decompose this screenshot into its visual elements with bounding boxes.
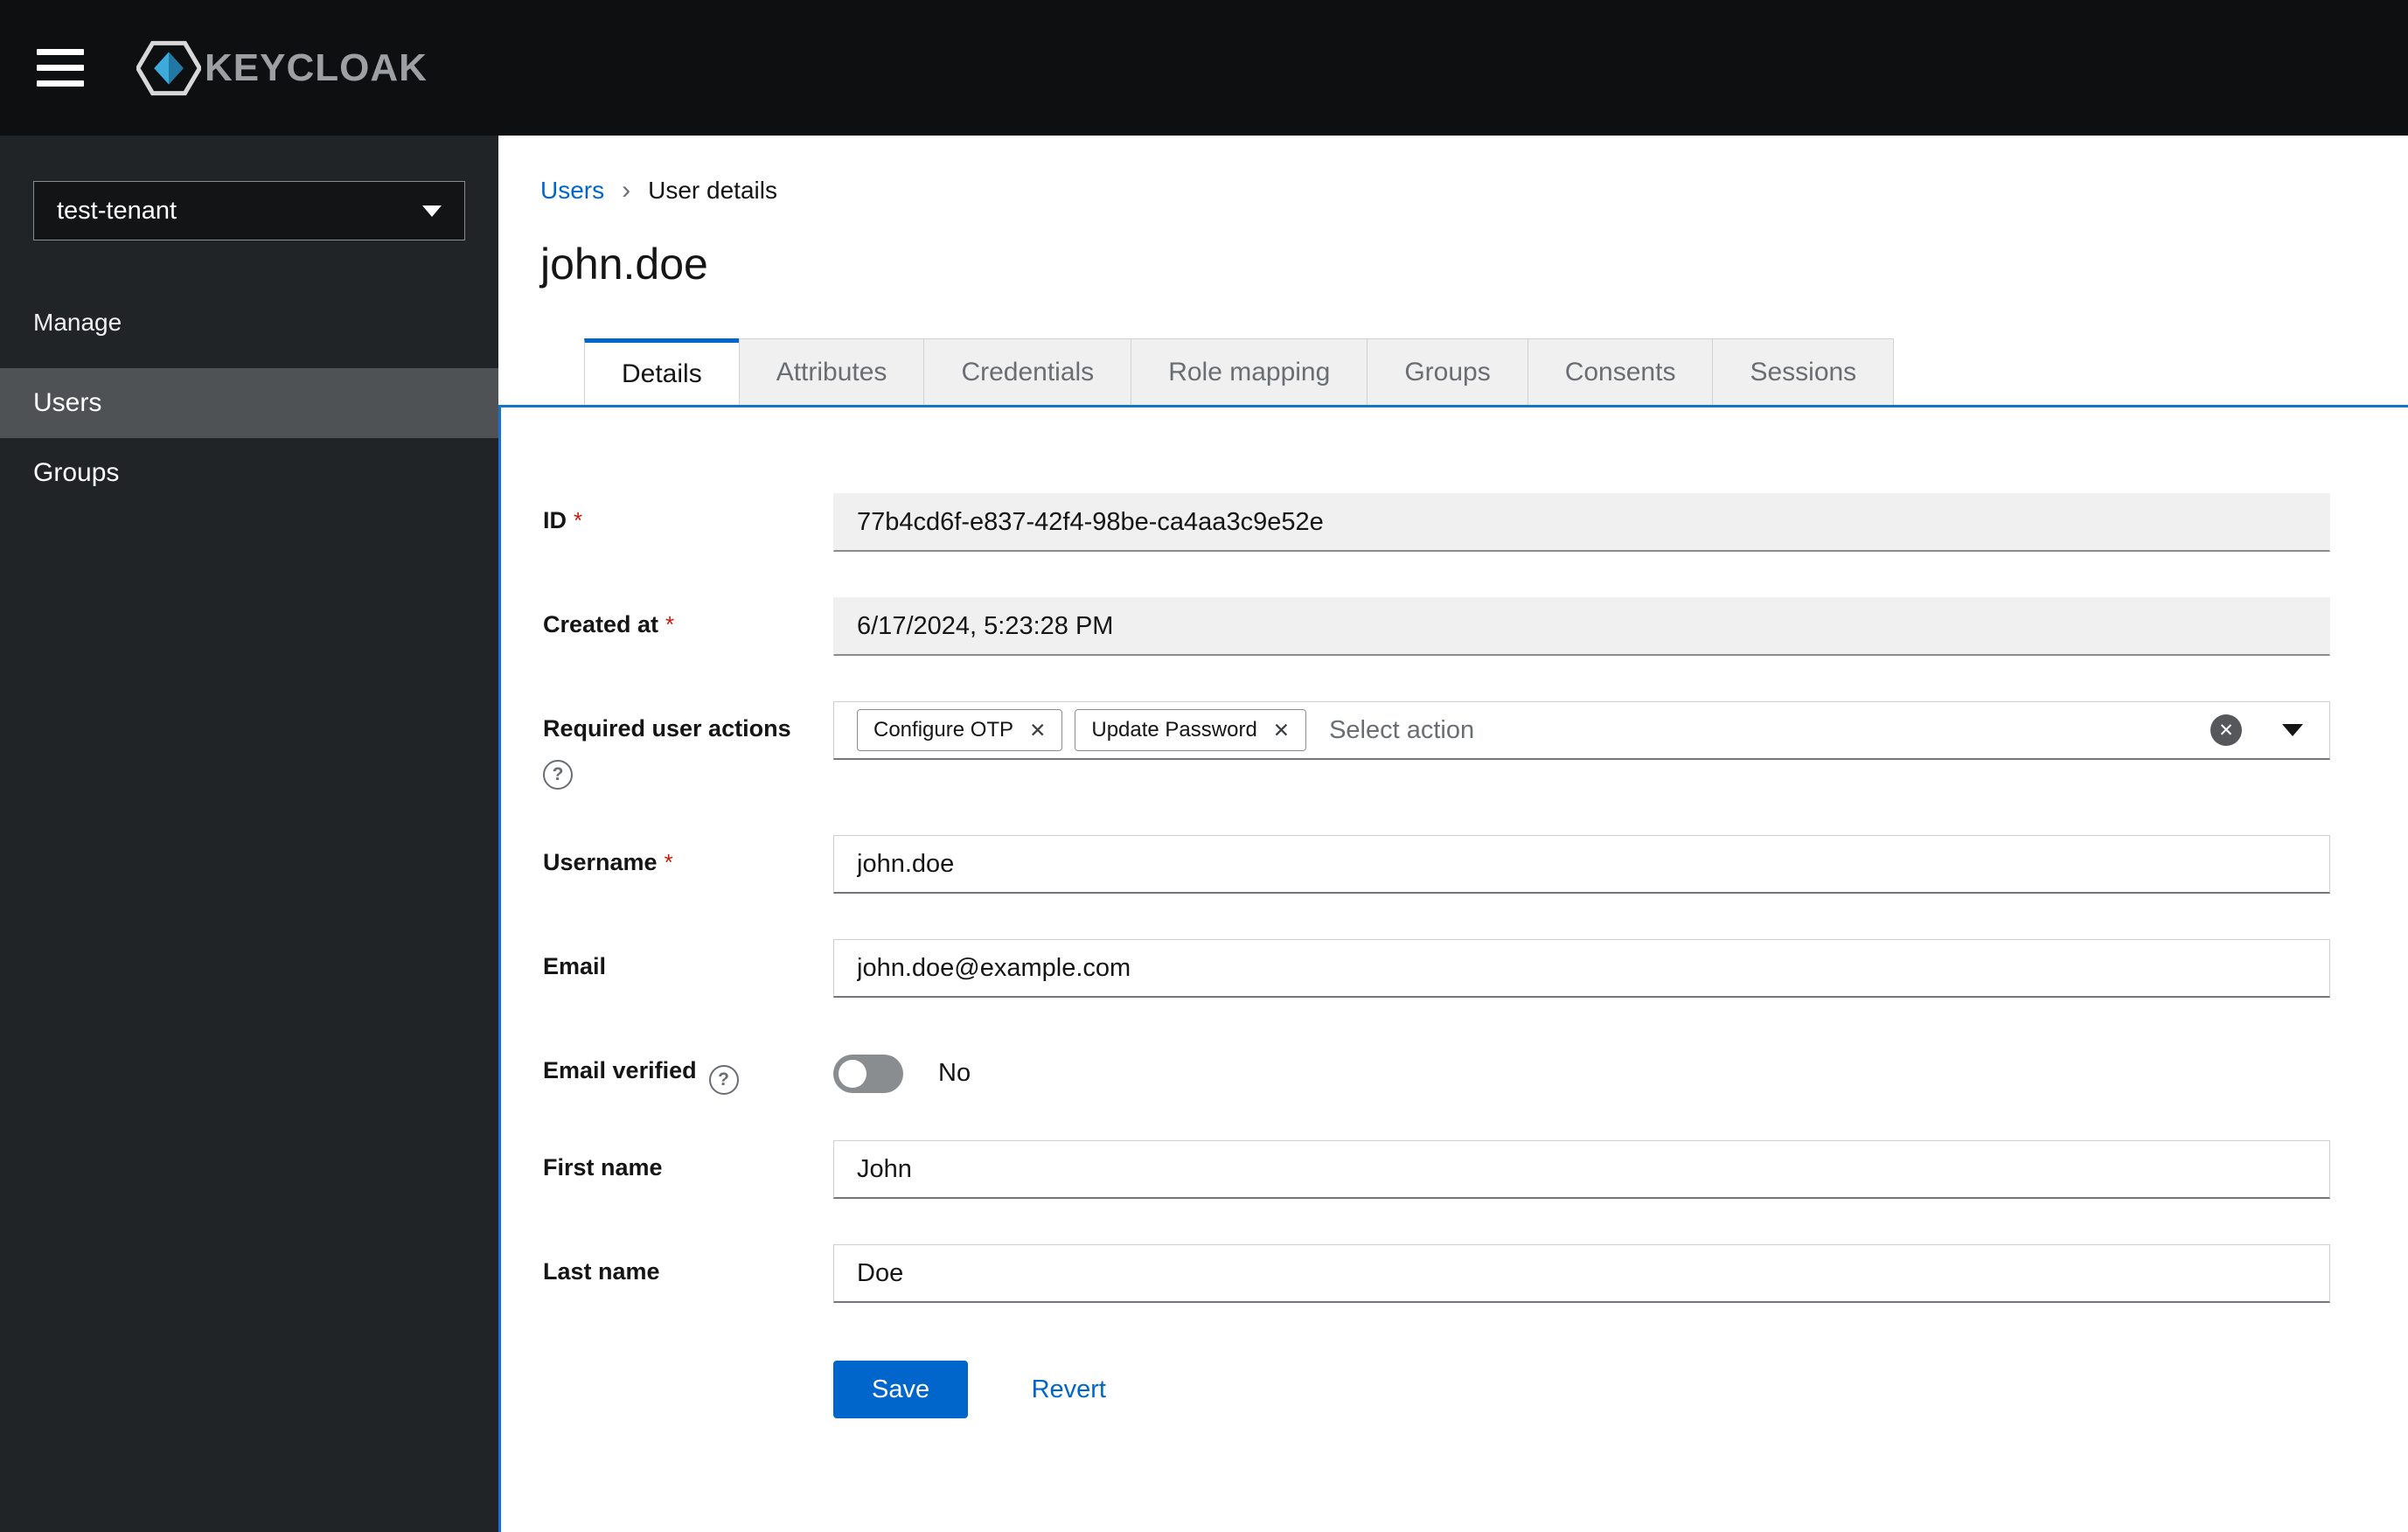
- tab-label: Attributes: [776, 357, 887, 386]
- form-actions: Save Revert: [543, 1361, 2330, 1418]
- field-label: Required user actions: [543, 715, 791, 742]
- breadcrumb: Users › User details: [540, 176, 2408, 205]
- realm-selector[interactable]: test-tenant: [33, 181, 465, 240]
- sidebar-nav: Users Groups: [0, 368, 498, 508]
- field-label: Username: [543, 849, 658, 875]
- chevron-down-icon: [422, 205, 442, 217]
- tab-sessions[interactable]: Sessions: [1712, 338, 1895, 405]
- tab-label: Role mapping: [1168, 357, 1331, 386]
- tab-label: Sessions: [1750, 357, 1857, 386]
- tab-panel-details: ID* Created at* Required user actions: [498, 405, 2408, 1532]
- tab-label: Groups: [1404, 357, 1491, 386]
- sidebar-item-groups[interactable]: Groups: [0, 438, 498, 508]
- clear-selection-icon[interactable]: ✕: [2210, 714, 2242, 746]
- form-row-email-verified: Email verified? No: [543, 1043, 2330, 1095]
- select-placeholder: Select action: [1329, 715, 1475, 744]
- required-asterisk: *: [664, 849, 673, 875]
- keycloak-logo-icon: [136, 40, 201, 95]
- email-input[interactable]: [833, 939, 2330, 998]
- toggle-knob: [839, 1059, 866, 1088]
- help-icon[interactable]: ?: [543, 760, 573, 790]
- realm-selector-value: test-tenant: [57, 196, 177, 225]
- form-row-created-at: Created at *: [543, 597, 2330, 656]
- chip-update-password: Update Password ✕: [1075, 709, 1307, 751]
- username-input[interactable]: [833, 835, 2330, 894]
- first-name-input[interactable]: [833, 1140, 2330, 1199]
- tab-details[interactable]: Details: [584, 338, 739, 405]
- breadcrumb-current: User details: [648, 177, 777, 204]
- nav-section-label: Manage: [33, 309, 122, 336]
- tab-consents[interactable]: Consents: [1527, 338, 1713, 405]
- last-name-input[interactable]: [833, 1244, 2330, 1303]
- tab-role-mapping[interactable]: Role mapping: [1131, 338, 1368, 405]
- masthead: KEYCLOAK: [0, 0, 2408, 136]
- chip-remove-icon[interactable]: ✕: [1029, 720, 1046, 741]
- required-asterisk: *: [665, 611, 675, 637]
- sidebar-item-label: Users: [33, 388, 102, 417]
- keycloak-logo: KEYCLOAK: [136, 40, 428, 96]
- field-label: Email: [543, 953, 607, 979]
- revert-button[interactable]: Revert: [1032, 1375, 1106, 1403]
- form-row-username: Username *: [543, 835, 2330, 894]
- sidebar-item-users[interactable]: Users: [0, 368, 498, 438]
- form-row-email: Email: [543, 939, 2330, 998]
- form-row-last-name: Last name: [543, 1244, 2330, 1303]
- sidebar: test-tenant Manage Users Groups: [0, 136, 498, 1532]
- tab-label: Credentials: [961, 357, 1095, 386]
- chip-remove-icon[interactable]: ✕: [1273, 720, 1290, 741]
- help-icon[interactable]: ?: [708, 1065, 739, 1095]
- brand-text: KEYCLOAK: [205, 45, 428, 89]
- chevron-down-icon[interactable]: [2282, 724, 2303, 736]
- field-label: ID: [543, 507, 567, 533]
- tab-label: Details: [622, 359, 702, 388]
- id-input[interactable]: [833, 493, 2330, 552]
- field-label: Created at: [543, 611, 659, 637]
- required-user-actions-select[interactable]: Configure OTP ✕ Update Password ✕ Select…: [833, 701, 2330, 760]
- breadcrumb-separator-icon: ›: [622, 176, 631, 205]
- field-label: Email verified: [543, 1057, 697, 1083]
- main-content: Users › User details john.doe Details At…: [498, 136, 2408, 1532]
- tab-credentials[interactable]: Credentials: [923, 338, 1131, 405]
- email-verified-toggle[interactable]: [833, 1054, 903, 1093]
- field-label: First name: [543, 1154, 663, 1180]
- sidebar-item-label: Groups: [33, 458, 120, 487]
- form-row-first-name: First name: [543, 1140, 2330, 1199]
- tab-label: Consents: [1564, 357, 1676, 386]
- field-label: Last name: [543, 1258, 660, 1285]
- chip-label: Update Password: [1091, 718, 1257, 742]
- toggle-state-label: No: [938, 1059, 971, 1087]
- tab-attributes[interactable]: Attributes: [738, 338, 924, 405]
- user-details-form: ID* Created at* Required user actions: [501, 407, 2408, 1418]
- created-at-input[interactable]: [833, 597, 2330, 656]
- form-row-id: ID *: [543, 493, 2330, 552]
- chip-configure-otp: Configure OTP ✕: [857, 709, 1063, 751]
- breadcrumb-link-users[interactable]: Users: [540, 177, 604, 205]
- tab-bar: Details Attributes Credentials Role mapp…: [498, 338, 2408, 405]
- page-title: john.doe: [540, 240, 708, 289]
- menu-toggle-icon[interactable]: [37, 39, 84, 96]
- tab-groups[interactable]: Groups: [1367, 338, 1528, 405]
- save-button[interactable]: Save: [833, 1361, 969, 1418]
- chip-label: Configure OTP: [873, 718, 1014, 742]
- required-asterisk: *: [574, 507, 583, 533]
- form-row-required-user-actions: Required user actions ? Configure OTP ✕ …: [543, 701, 2330, 790]
